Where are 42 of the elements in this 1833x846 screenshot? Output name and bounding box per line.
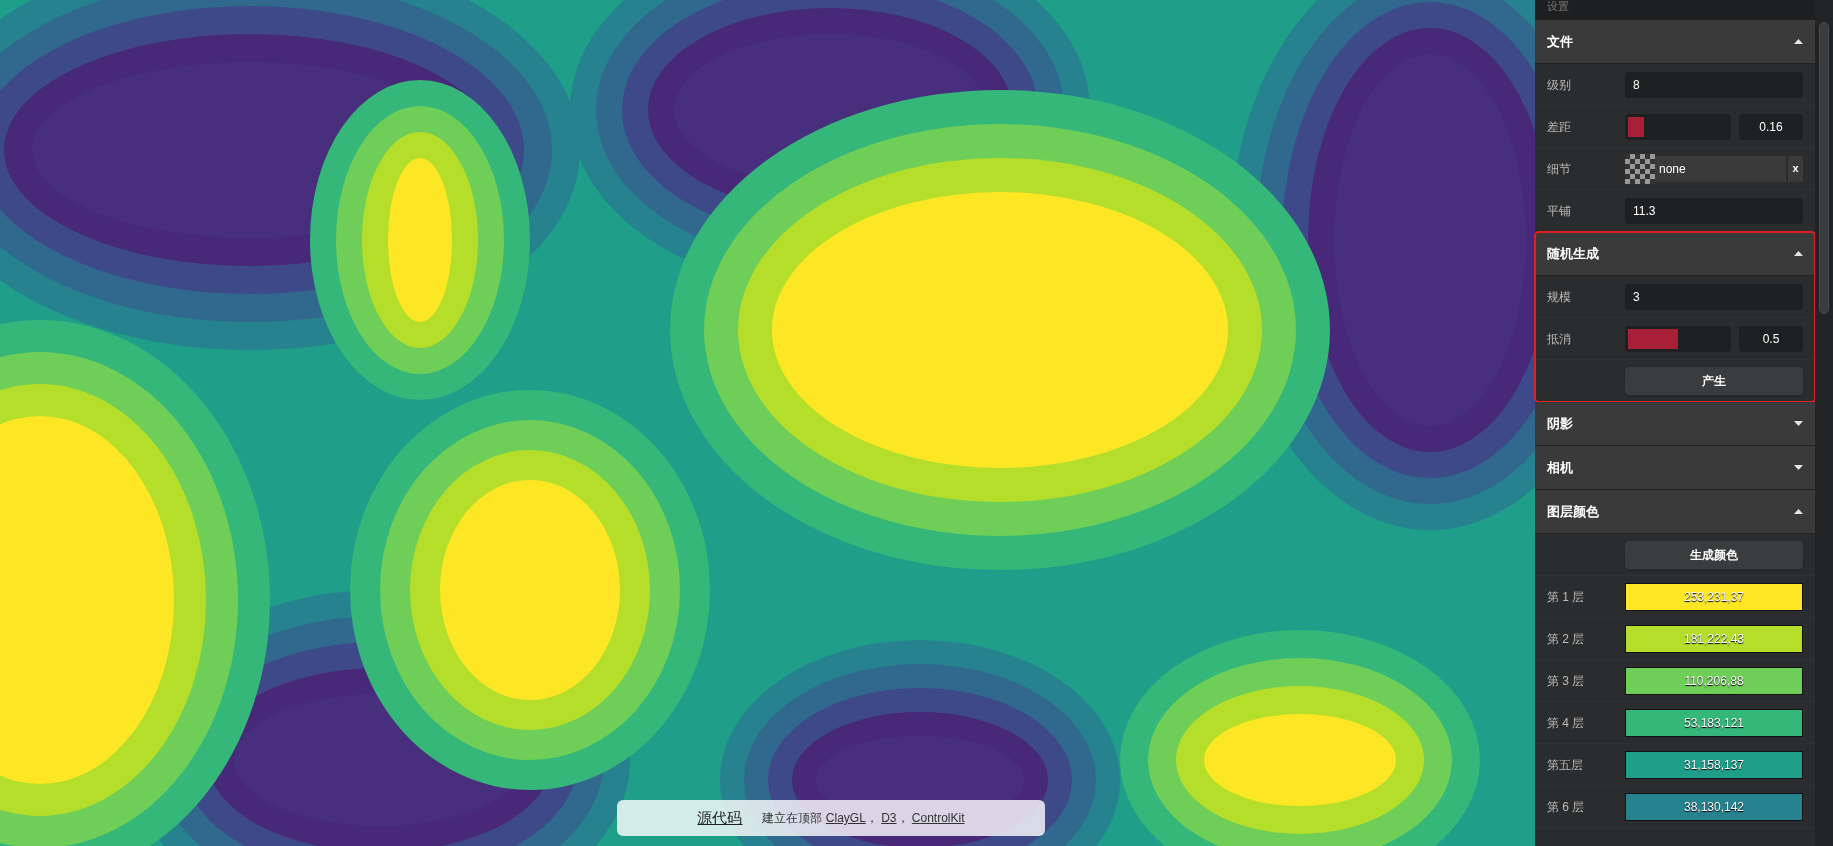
value-field[interactable]: 0.5 (1739, 325, 1803, 352)
input-field[interactable]: 3 (1625, 283, 1803, 310)
input-field[interactable]: 8 (1625, 71, 1803, 98)
field-label: 第 4 层 (1547, 714, 1586, 732)
slider-track[interactable] (1625, 325, 1731, 352)
field-label: 平铺 (1547, 202, 1572, 220)
clear-button[interactable]: x (1788, 155, 1803, 182)
section-header[interactable]: 文件 (1535, 20, 1815, 64)
field-label: 第五层 (1547, 756, 1584, 774)
field-label: 差距 (1547, 118, 1572, 136)
expand-caret-icon (1794, 465, 1803, 470)
field-label: 第 3 层 (1547, 672, 1586, 690)
input-field[interactable]: 11.3 (1625, 197, 1803, 224)
field-label: 第 1 层 (1547, 588, 1586, 606)
scrollbar-thumb[interactable] (1819, 22, 1829, 314)
source-code-link[interactable]: 源代码 (697, 806, 743, 830)
image-field[interactable]: none (1655, 155, 1786, 182)
action-button[interactable]: 生成颜色 (1625, 540, 1803, 569)
field-label: 规模 (1547, 288, 1572, 306)
section-header[interactable]: 阴影 (1535, 402, 1815, 446)
field-label: 细节 (1547, 160, 1572, 178)
field-label: 第 2 层 (1547, 630, 1586, 648)
credit-link[interactable]: ControlKit (911, 811, 965, 825)
expand-caret-icon (1794, 421, 1803, 426)
field-label: 级别 (1547, 76, 1572, 94)
section-header[interactable]: 相机 (1535, 446, 1815, 490)
section-header[interactable]: 随机生成 (1535, 232, 1815, 276)
panel-title: 设置 (1547, 0, 1569, 12)
field-label: 第 6 层 (1547, 798, 1586, 816)
color-swatch-field[interactable]: 38,130,142 (1625, 792, 1803, 821)
collapse-caret-icon (1794, 509, 1803, 514)
action-button[interactable]: 产生 (1625, 366, 1803, 395)
slider-track[interactable] (1625, 113, 1731, 140)
checkerboard-icon (1625, 153, 1655, 184)
collapse-caret-icon (1794, 251, 1803, 256)
section-header[interactable]: 图层颜色 (1535, 490, 1815, 534)
field-label: 抵消 (1547, 330, 1572, 348)
credit-link[interactable]: ClayGL (825, 811, 866, 825)
built-on-text: 建立在顶部 ClayGL， D3， ControlKit (762, 810, 965, 827)
value-field[interactable]: 0.16 (1739, 113, 1803, 140)
collapse-caret-icon (1794, 39, 1803, 44)
credit-link[interactable]: D3 (881, 811, 897, 825)
